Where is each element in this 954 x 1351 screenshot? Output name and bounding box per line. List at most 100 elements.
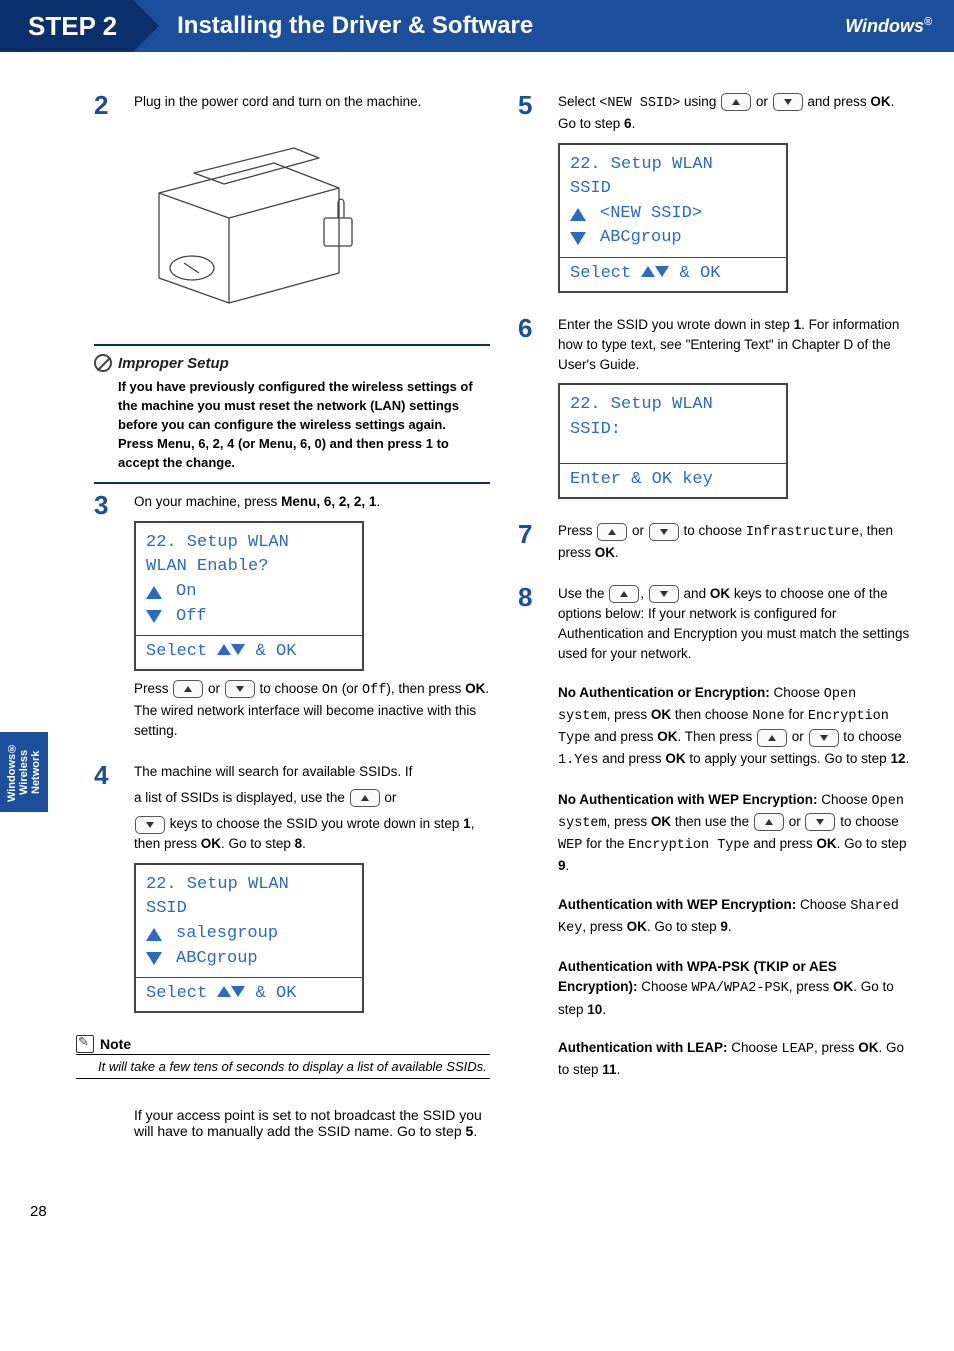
nn-k: 12 bbox=[890, 751, 905, 766]
lp-b: , press bbox=[814, 1040, 858, 1055]
improper-title: Improper Setup bbox=[118, 355, 229, 372]
divider-before-improper bbox=[94, 344, 490, 346]
up-key-icon bbox=[173, 680, 203, 698]
s4p3b: 1 bbox=[463, 816, 471, 831]
lp-e: . bbox=[617, 1062, 621, 1077]
nw-a: Choose bbox=[818, 792, 872, 807]
down-arrow-icon bbox=[146, 610, 162, 623]
nw-h: . Go to step bbox=[837, 836, 907, 851]
lcd4-l1: 22. Setup WLAN bbox=[146, 873, 352, 898]
lcd5-l1: 22. Setup WLAN bbox=[570, 153, 776, 178]
s5ok: OK bbox=[870, 94, 890, 109]
lcd6-l2: SSID: bbox=[570, 418, 776, 443]
up-key-icon bbox=[350, 789, 380, 807]
nn-c: then choose bbox=[671, 707, 752, 722]
down-arrow-icon bbox=[146, 952, 162, 965]
note-title: Note bbox=[100, 1036, 131, 1052]
lp-d: 11 bbox=[602, 1062, 616, 1077]
wp-b: , press bbox=[789, 979, 833, 994]
s4p3d: OK bbox=[201, 836, 221, 851]
lcd-step4: 22. Setup WLAN SSID salesgroup ABCgroup … bbox=[134, 863, 364, 1013]
improper-body-1: If you have previously configured the wi… bbox=[118, 379, 473, 432]
s5ssid: <NEW SSID> bbox=[599, 96, 680, 111]
step-4-number: 4 bbox=[94, 762, 122, 1021]
nn-ok2: OK bbox=[657, 729, 677, 744]
step-6-number: 6 bbox=[518, 315, 546, 507]
lcd3-off: Off bbox=[176, 605, 207, 630]
s3p-off: Off bbox=[362, 683, 386, 698]
s7b: or bbox=[628, 523, 648, 538]
note-icon bbox=[76, 1035, 94, 1053]
s7a: Press bbox=[558, 523, 596, 538]
nw-e: to choose bbox=[836, 814, 898, 829]
aw-d: 9 bbox=[720, 919, 728, 934]
step-badge: STEP 2 bbox=[0, 0, 133, 52]
s3p-on: On bbox=[322, 683, 338, 698]
down-key-icon bbox=[805, 813, 835, 831]
after-note-para: If your access point is set to not broad… bbox=[134, 1107, 490, 1139]
nn-f: . Then press bbox=[677, 729, 756, 744]
nn-t: No Authentication or Encryption: bbox=[558, 685, 770, 700]
note-heading: Note bbox=[76, 1035, 490, 1055]
s8a: Use the bbox=[558, 586, 608, 601]
up-arrow-icon bbox=[146, 586, 162, 599]
lcd3-select: Select & OK bbox=[136, 635, 362, 669]
s4p3g: . bbox=[302, 836, 306, 851]
up-key-icon bbox=[721, 93, 751, 111]
nn-none: None bbox=[752, 709, 784, 724]
lp-ok: OK bbox=[858, 1040, 878, 1055]
nw-g: and press bbox=[750, 836, 817, 851]
s7ok: OK bbox=[595, 545, 615, 560]
wp-e: . bbox=[602, 1002, 606, 1017]
wp-a: Choose bbox=[638, 979, 692, 994]
lcd6-select: Enter & OK key bbox=[560, 463, 786, 497]
divider-after-improper bbox=[94, 482, 490, 484]
s7e: . bbox=[615, 545, 619, 560]
down-key-icon bbox=[649, 585, 679, 603]
aw-t: Authentication with WEP Encryption: bbox=[558, 897, 796, 912]
up-key-icon bbox=[597, 523, 627, 541]
lcd5-l3: <NEW SSID> bbox=[600, 202, 702, 227]
nn-d: for bbox=[785, 707, 808, 722]
s6p1: Enter the SSID you wrote down in step bbox=[558, 317, 794, 332]
step-7-number: 7 bbox=[518, 521, 546, 570]
os-label: Windows bbox=[845, 16, 924, 36]
s4p2a: a list of SSIDs is displayed, use the bbox=[134, 790, 349, 805]
wp-ok: OK bbox=[833, 979, 853, 994]
s5c: or bbox=[752, 94, 772, 109]
an1: If your access point is set to not broad… bbox=[134, 1107, 482, 1139]
lcd4-l3: salesgroup bbox=[176, 922, 278, 947]
up-arrow-icon bbox=[146, 928, 162, 941]
nn-e: and press bbox=[590, 729, 657, 744]
lcd6-l1: 22. Setup WLAN bbox=[570, 393, 776, 418]
column-right: 5 Select <NEW SSID> using or and press O… bbox=[518, 92, 914, 1153]
s5b: using bbox=[680, 94, 720, 109]
lcd4-select: Select & OK bbox=[136, 977, 362, 1011]
note-bottom-rule bbox=[76, 1078, 490, 1079]
lcd5-select: Select & OK bbox=[560, 257, 786, 291]
up-key-icon bbox=[754, 813, 784, 831]
wp-wpa: WPA/WPA2-PSK bbox=[692, 981, 789, 996]
up-key-icon bbox=[757, 729, 787, 747]
page-header: STEP 2 Installing the Driver & Software … bbox=[0, 0, 954, 52]
up-arrow-icon bbox=[570, 208, 586, 221]
s3p-a: Press bbox=[134, 681, 172, 696]
lcd-step6: 22. Setup WLAN SSID: Enter & OK key bbox=[558, 383, 788, 499]
s7infra: Infrastructure bbox=[746, 525, 859, 540]
s4-p3: keys to choose the SSID you wrote down i… bbox=[134, 814, 490, 855]
step-2-number: 2 bbox=[94, 92, 122, 330]
nw-wep: WEP bbox=[558, 838, 582, 853]
nw-i: 9 bbox=[558, 858, 566, 873]
step-2-text: Plug in the power cord and turn on the m… bbox=[134, 92, 490, 112]
s3-a: On your machine, press bbox=[134, 494, 281, 509]
s5g: . bbox=[632, 116, 636, 131]
lcd-step3: 22. Setup WLAN WLAN Enable? On Off Selec… bbox=[134, 521, 364, 671]
nw-b: , press bbox=[607, 814, 651, 829]
nn-j: to apply your settings. Go to step bbox=[686, 751, 891, 766]
page-number: 28 bbox=[0, 1173, 954, 1230]
wp-d: 10 bbox=[587, 1002, 602, 1017]
an3: . bbox=[473, 1123, 477, 1139]
improper-setup-heading: Improper Setup bbox=[94, 354, 490, 372]
s3p-d: ), then press bbox=[386, 681, 465, 696]
s8-intro: Use the , and OK keys to choose one of t… bbox=[558, 584, 914, 665]
